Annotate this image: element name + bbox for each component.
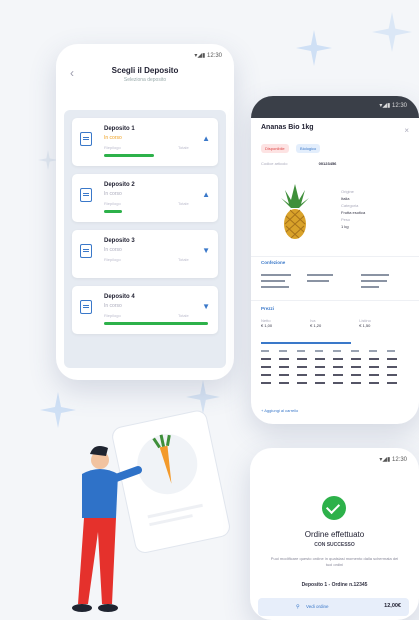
chevron-up-icon[interactable]: ▲: [202, 190, 210, 199]
price-table: [261, 342, 397, 384]
order-message: Puoi modificare questo ordine in qualsia…: [270, 556, 399, 567]
section-packaging: Confezione: [261, 260, 286, 265]
deposit-name: Deposito 3: [104, 238, 135, 244]
sparkle-icon: [296, 30, 332, 66]
deposit-card[interactable]: Deposito 4 In corso Riepilogo Totale ▼: [72, 286, 218, 334]
divider: [251, 300, 419, 301]
divider: [251, 256, 419, 257]
product-detail-screen: ▾◢▮ 12:30 Ananas Bio 1kg × Disponibile B…: [251, 96, 419, 424]
check-icon: [322, 496, 346, 520]
clipboard-icon: [80, 300, 92, 314]
order-total: 12,00€: [384, 603, 401, 609]
deposit-list: Deposito 1 In corso Riepilogo Totale ▲ D…: [64, 110, 226, 368]
attr-label: Origine: [341, 189, 354, 194]
product-title: Ananas Bio 1kg: [261, 124, 314, 131]
deposit-meta-total: Totale: [178, 145, 189, 150]
top-bar: ▾◢▮ 12:30: [251, 96, 419, 118]
deposit-card[interactable]: Deposito 3 In corso Riepilogo Totale ▼: [72, 230, 218, 278]
deposit-meta: Riepilogo: [104, 313, 121, 318]
packaging-table: [261, 274, 389, 288]
deposit-card[interactable]: Deposito 1 In corso Riepilogo Totale ▲: [72, 118, 218, 166]
deposit-status: In corso: [104, 135, 122, 141]
close-icon[interactable]: ×: [404, 126, 409, 135]
price-value: € 1,20: [310, 323, 322, 328]
sparkle-icon: [38, 150, 58, 170]
page-title: Scegli il Deposito: [111, 66, 179, 75]
clipboard-icon: [80, 188, 92, 202]
price-value: € 1,00: [261, 323, 273, 328]
chevron-down-icon[interactable]: ▼: [202, 246, 210, 255]
progress-bar: [104, 154, 154, 157]
deposit-name: Deposito 2: [104, 182, 135, 188]
deposit-meta: Riepilogo: [104, 201, 121, 206]
attr-value: Frutta esotica: [341, 210, 366, 215]
order-title: Ordine effettuato: [304, 530, 365, 539]
status-bar: ▾◢▮ 12:30: [379, 103, 407, 109]
order-subtitle: CON SUCCESSO: [314, 542, 355, 548]
section-prices: Prezzi: [261, 306, 275, 311]
attr-label: Peso: [341, 217, 351, 222]
page-subtitle: Seleziona deposito: [123, 77, 167, 83]
attr-value: 1 kg: [341, 224, 349, 229]
deposit-meta-total: Totale: [178, 257, 189, 262]
add-to-cart-label: Aggiungi al carrello: [264, 408, 299, 413]
deposit-name: Deposito 1: [104, 126, 135, 132]
clipboard-icon: [80, 244, 92, 258]
deposit-selection-screen: ▾◢▮ 12:30 ‹ Scegli il Deposito Seleziona…: [56, 44, 234, 380]
attr-value: Italia: [341, 196, 350, 201]
order-summary-bar: ⚲ Vedi ordine 12,00€: [258, 598, 409, 616]
add-to-cart-link[interactable]: + Aggiungi al carrello: [261, 408, 298, 413]
deposit-order-row: Deposito 1 - Ordine n.12345: [301, 582, 368, 588]
deposit-meta-total: Totale: [178, 201, 189, 206]
progress-bar: [104, 322, 208, 325]
deposit-status: In corso: [104, 191, 122, 197]
deposit-card[interactable]: Deposito 2 In corso Riepilogo Totale ▲: [72, 174, 218, 222]
organic-chip: Biologico: [296, 144, 321, 153]
code-label: Codice articolo: [261, 161, 288, 166]
product-attributes: Origine Italia Categoria Frutta esotica …: [341, 188, 365, 230]
back-arrow-icon[interactable]: ‹: [70, 66, 74, 80]
status-bar: ▾◢▮ 12:30: [194, 53, 222, 59]
eye-icon: ⚲: [296, 604, 300, 610]
product-chips: Disponibile Biologico: [251, 131, 419, 155]
price-summary: Netto Iva Listino € 1,00 € 1,20 € 1,50: [261, 318, 409, 328]
product-code-row: Codice articolo 00123456: [251, 155, 419, 166]
code-value: 00123456: [318, 161, 337, 166]
attr-label: Categoria: [341, 203, 359, 208]
deposit-name: Deposito 4: [104, 294, 135, 300]
deposit-status: In corso: [104, 303, 122, 309]
deposit-meta: Riepilogo: [104, 145, 121, 150]
view-order-button[interactable]: Vedi ordine: [306, 604, 329, 609]
availability-chip: Disponibile: [261, 144, 289, 153]
status-bar: ▾◢▮ 12:30: [379, 457, 407, 463]
screen-header: ‹ Scegli il Deposito Seleziona deposito: [56, 66, 234, 83]
pineapple-image: [281, 184, 309, 239]
sparkle-icon: [372, 12, 412, 52]
chevron-up-icon[interactable]: ▲: [202, 134, 210, 143]
price-value: € 1,50: [359, 323, 371, 328]
clipboard-icon: [80, 132, 92, 146]
deposit-status: In corso: [104, 247, 122, 253]
deposit-meta-total: Totale: [178, 313, 189, 318]
chevron-down-icon[interactable]: ▼: [202, 302, 210, 311]
order-confirmation-screen: ▾◢▮ 12:30 Ordine effettuato CON SUCCESSO…: [250, 448, 419, 620]
progress-bar: [104, 210, 122, 213]
person-illustration: [72, 410, 230, 612]
deposit-meta: Riepilogo: [104, 257, 121, 262]
